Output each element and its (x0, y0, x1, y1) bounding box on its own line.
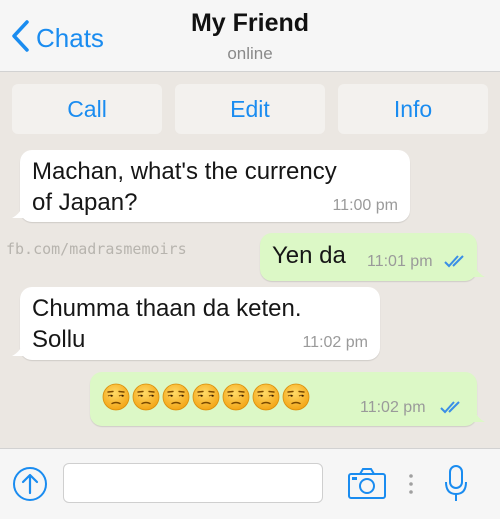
message-time: 11:01 pm (367, 253, 433, 270)
info-button[interactable]: Info (338, 84, 488, 134)
message-text: Yen da (272, 242, 346, 269)
camera-icon[interactable] (347, 466, 387, 505)
watermark: fb.com/madrasmemoirs (6, 240, 187, 258)
read-receipt-ticks-icon (444, 255, 464, 268)
message-text: Machan, what's the currency (32, 158, 337, 185)
contact-status: online (227, 44, 273, 63)
message-text: Sollu (32, 326, 86, 353)
call-button[interactable]: Call (12, 84, 162, 134)
separator-dots (408, 473, 414, 500)
message-bubble-incoming[interactable]: Machan, what's the currency of Japan? 11… (12, 150, 410, 222)
unamused-face-emoji (222, 383, 250, 411)
message-text: Chumma thaan da keten. (32, 295, 302, 322)
contact-actions: Call Edit Info (0, 84, 500, 136)
message-time: 11:00 pm (332, 197, 398, 214)
unamused-face-emoji (282, 383, 310, 411)
unamused-face-emoji (102, 383, 130, 411)
message-list: fb.com/madrasmemoirs Machan, what's the … (0, 136, 500, 448)
contact-name[interactable]: My Friend (0, 9, 500, 38)
message-bubble-incoming[interactable]: Chumma thaan da keten. Sollu 11:02 pm (12, 287, 380, 360)
read-receipt-ticks-icon (440, 401, 460, 414)
edit-button[interactable]: Edit (175, 84, 325, 134)
unamused-face-emoji (162, 383, 190, 411)
upload-arrow-icon[interactable] (12, 466, 48, 507)
message-time: 11:02 pm (360, 399, 426, 416)
message-text: of Japan? (32, 189, 138, 216)
message-bubble-outgoing[interactable]: 11:02 pm (90, 372, 485, 426)
unamused-face-emoji (132, 383, 160, 411)
input-bar (0, 448, 500, 519)
microphone-icon[interactable] (444, 464, 468, 509)
message-bubble-outgoing[interactable]: Yen da 11:01 pm (260, 233, 485, 281)
unamused-face-emoji (192, 383, 220, 411)
message-time: 11:02 pm (302, 334, 368, 351)
unamused-face-emoji (252, 383, 280, 411)
message-input[interactable] (63, 463, 323, 503)
nav-bar: Chats My Friend online (0, 0, 500, 72)
